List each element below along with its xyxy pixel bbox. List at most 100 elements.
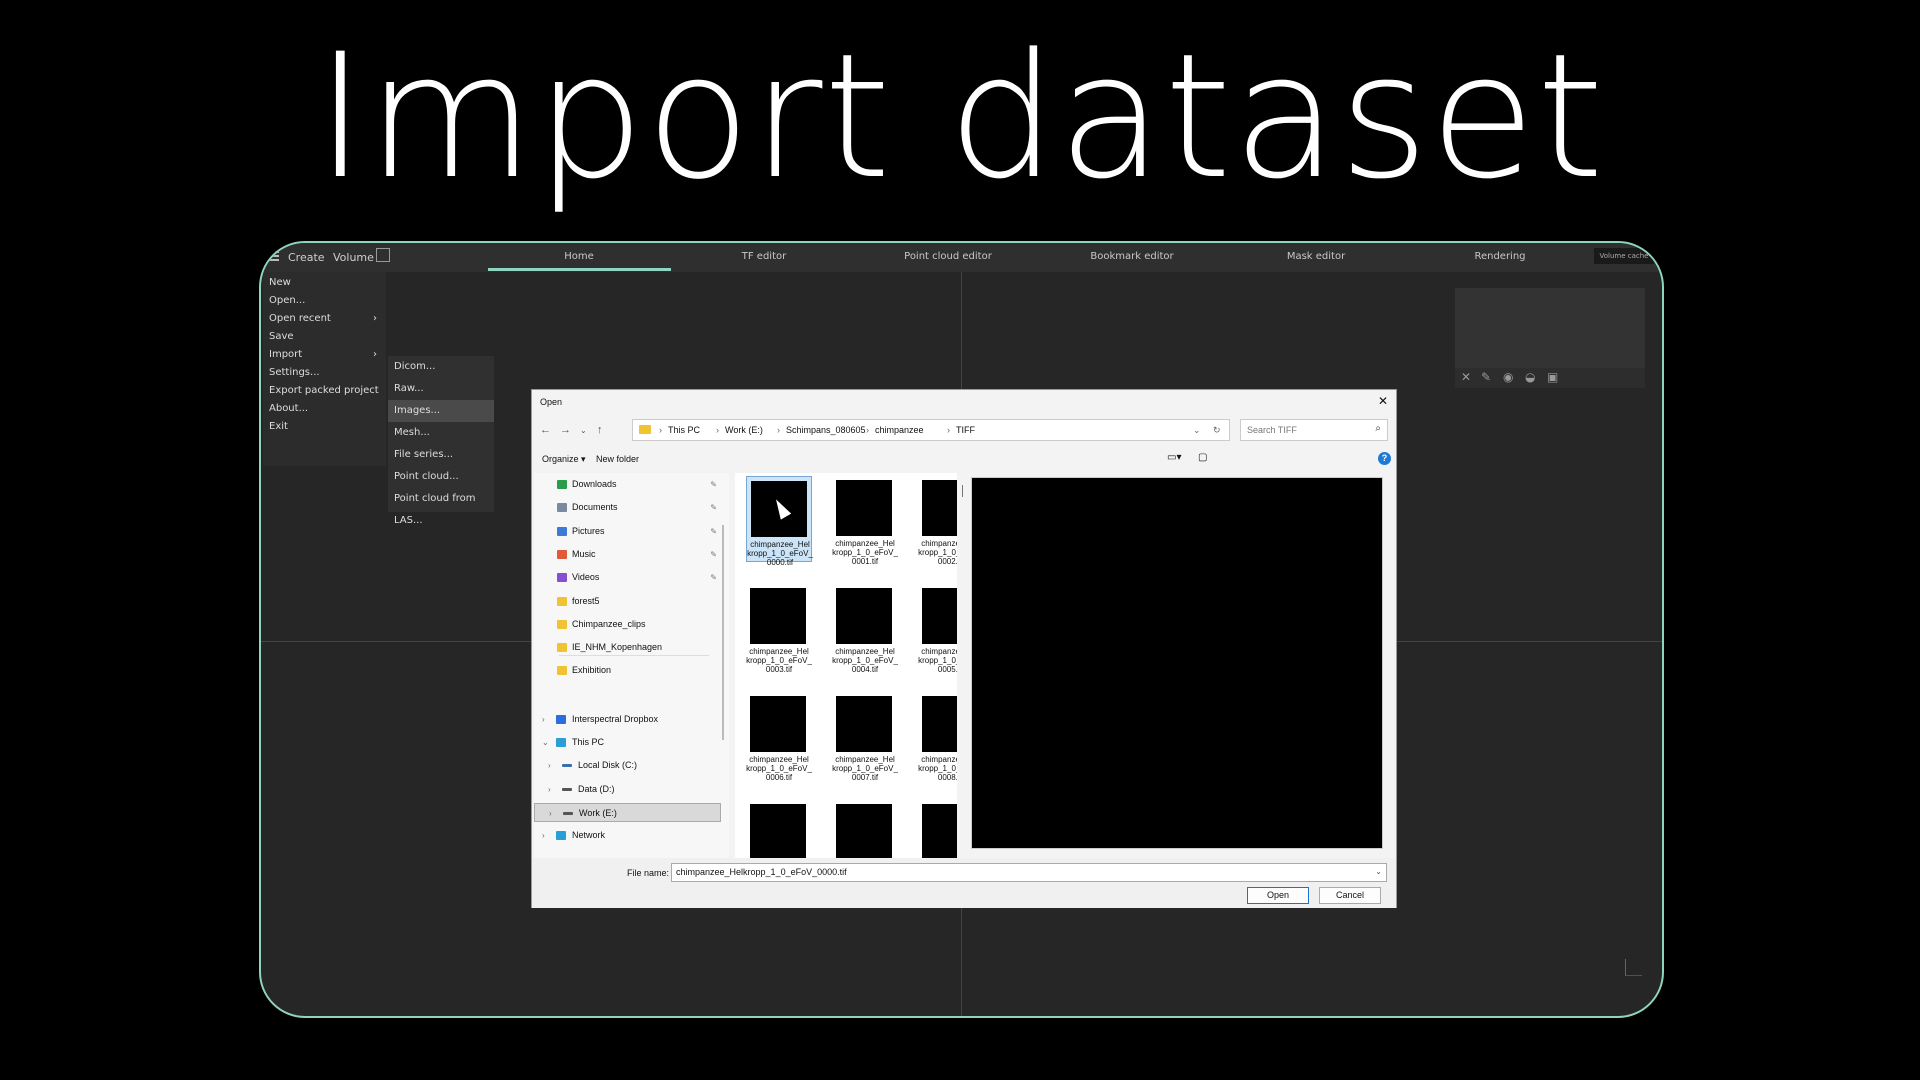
nav-item[interactable]: Exhibition: [534, 661, 721, 680]
file-menu-item[interactable]: About...: [269, 400, 381, 418]
chevron-right-icon[interactable]: ›: [548, 756, 551, 775]
pencil-icon[interactable]: ✎: [1481, 370, 1491, 384]
help-icon[interactable]: ?: [1378, 452, 1391, 465]
filename-value: chimpanzee_Helkropp_1_0_eFoV_0000.tif: [676, 867, 847, 877]
tree-item[interactable]: ⌄ This PC: [534, 733, 721, 752]
layout-toggle-icon[interactable]: [376, 248, 390, 262]
bucket-icon[interactable]: ◒: [1525, 370, 1535, 384]
pictures-icon: [557, 526, 567, 536]
breadcrumb-item[interactable]: This PC: [668, 425, 700, 435]
nav-item-label: Videos: [572, 572, 600, 583]
import-submenu-item[interactable]: Dicom...: [388, 356, 494, 378]
file-item[interactable]: chimpanzee_Hel kropp_1_0_eFoV_ 0007.tif: [832, 692, 898, 782]
nav-item[interactable]: Pictures ✎: [534, 522, 721, 541]
close-icon[interactable]: ✕: [1461, 370, 1471, 384]
import-submenu-item[interactable]: Mesh...: [388, 422, 494, 444]
file-item-partial[interactable]: [918, 800, 957, 858]
menu-create[interactable]: Create: [288, 251, 325, 264]
file-menu-item-label: Exit: [269, 421, 288, 432]
nav-item[interactable]: IE_NHM_Kopenhagen: [534, 638, 721, 657]
file-item[interactable]: chimpanzee_Hel kropp_1_0_eFoV_ 0003.tif: [746, 584, 812, 674]
file-menu-item[interactable]: Import ›: [269, 346, 381, 364]
nav-item[interactable]: forest5: [534, 592, 721, 611]
menu-volume[interactable]: Volume: [333, 251, 374, 264]
file-menu-item[interactable]: Export packed project: [269, 382, 381, 400]
file-list-scrollbar[interactable]: [962, 485, 963, 497]
chevron-down-icon[interactable]: ⌄: [542, 733, 549, 752]
import-submenu-item[interactable]: Point cloud from LAS...: [388, 488, 494, 526]
filename-input[interactable]: chimpanzee_Helkropp_1_0_eFoV_0000.tif ⌄: [671, 863, 1387, 882]
search-input[interactable]: Search TIFF ⌕: [1240, 419, 1388, 441]
tab-home[interactable]: Home: [489, 251, 669, 262]
file-item[interactable]: chimpanzee_Hel kropp_1_0_eFoV_ 0006.tif: [746, 692, 812, 782]
forward-arrow-icon[interactable]: →: [560, 424, 571, 436]
volume-cache-button[interactable]: Volume cache: [1594, 248, 1654, 264]
file-menu-item[interactable]: Exit: [269, 418, 381, 436]
chevron-right-icon[interactable]: ›: [548, 780, 551, 799]
cancel-button[interactable]: Cancel: [1319, 887, 1381, 904]
chevron-right-icon[interactable]: ›: [542, 710, 545, 729]
breadcrumb-item[interactable]: chimpanzee: [875, 425, 924, 435]
organize-button[interactable]: Organize ▾: [542, 454, 586, 465]
navigation-row: ← → ⌄ ↑ › This PC › Work (E:) › Schimpans_080…: [532, 414, 1396, 446]
file-item-partial[interactable]: [832, 800, 898, 858]
nav-item[interactable]: Documents ✎: [534, 498, 721, 517]
breadcrumb-item[interactable]: Schimpans_080605: [786, 425, 866, 435]
view-options-icon[interactable]: ▭▾: [1167, 452, 1181, 463]
address-bar[interactable]: › This PC › Work (E:) › Schimpans_080605 › chim…: [632, 419, 1230, 441]
nav-item[interactable]: Music ✎: [534, 545, 721, 564]
tab-bookmark-editor[interactable]: Bookmark editor: [1042, 251, 1222, 262]
chevron-down-icon[interactable]: ⌄: [1375, 867, 1382, 876]
file-menu-item[interactable]: Save: [269, 328, 381, 346]
open-file-dialog: Open ✕ ← → ⌄ ↑ › This PC › Work (E:) › Schimp…: [531, 389, 1397, 908]
tab-point-cloud-editor[interactable]: Point cloud editor: [858, 251, 1038, 262]
chevron-right-icon[interactable]: ›: [549, 804, 552, 823]
breadcrumb-separator-icon: ›: [716, 425, 719, 435]
tree-item[interactable]: › Data (D:): [534, 780, 721, 799]
pin-icon: ✎: [710, 573, 717, 583]
import-submenu-item[interactable]: Raw...: [388, 378, 494, 400]
nav-item-label: forest5: [572, 595, 600, 606]
import-submenu-item[interactable]: Images...: [388, 400, 494, 422]
tree-item[interactable]: › Network: [534, 826, 721, 845]
file-menu-item[interactable]: Settings...: [269, 364, 381, 382]
hamburger-menu-icon[interactable]: [269, 251, 279, 261]
file-item[interactable]: chimpanzee_Hel kropp_1_0_eFoV_ 0004.tif: [832, 584, 898, 674]
open-button[interactable]: Open: [1247, 887, 1309, 904]
file-item[interactable]: chimpanzee_Hel kropp_1_0_eFoV_ 0001.tif: [832, 476, 898, 566]
eye-icon[interactable]: ◉: [1503, 370, 1513, 384]
new-folder-button[interactable]: New folder: [596, 454, 639, 464]
recent-chevron-icon[interactable]: ⌄: [580, 426, 587, 435]
tree-item[interactable]: › Work (E:): [534, 803, 721, 822]
breadcrumb-item[interactable]: TIFF: [956, 425, 975, 435]
refresh-icon[interactable]: ↻: [1213, 425, 1221, 436]
tab-tf-editor[interactable]: TF editor: [674, 251, 854, 262]
file-item[interactable]: chimpanzee_Helkropp_1_0_eFoV_0005.tif: [918, 584, 957, 674]
file-item[interactable]: chimpanzee_Helkropp_1_0_eFoV_0002.tif: [918, 476, 957, 566]
file-item[interactable]: chimpanzee_Hel kropp_1_0_eFoV_ 0000.tif: [746, 476, 813, 567]
tree-item[interactable]: › Local Disk (C:): [534, 756, 721, 775]
chevron-right-icon[interactable]: ›: [542, 826, 545, 845]
nav-item[interactable]: Videos ✎: [534, 568, 721, 587]
nav-item[interactable]: Downloads ✎: [534, 475, 721, 494]
tab-rendering[interactable]: Rendering: [1410, 251, 1590, 262]
file-item-partial[interactable]: [746, 800, 812, 858]
file-menu-item[interactable]: Open...: [269, 292, 381, 310]
nav-scrollbar[interactable]: [722, 525, 724, 740]
file-item[interactable]: chimpanzee_Helkropp_1_0_eFoV_0008.tif: [918, 692, 957, 782]
import-submenu-item[interactable]: File series...: [388, 444, 494, 466]
import-submenu-item[interactable]: Point cloud...: [388, 466, 494, 488]
preview-pane-icon[interactable]: ▢: [1198, 452, 1207, 463]
breadcrumb-item[interactable]: Work (E:): [725, 425, 763, 435]
file-menu-item[interactable]: New: [269, 274, 381, 292]
image-icon[interactable]: ▣: [1547, 370, 1558, 384]
back-arrow-icon[interactable]: ←: [540, 424, 551, 436]
tree-item[interactable]: › Interspectral Dropbox: [534, 710, 721, 729]
close-icon[interactable]: ✕: [1378, 394, 1388, 408]
import-submenu: Dicom... Raw... Images... Mesh... File serie…: [388, 356, 494, 526]
tab-mask-editor[interactable]: Mask editor: [1226, 251, 1406, 262]
up-arrow-icon[interactable]: ↑: [597, 424, 603, 436]
chevron-down-icon[interactable]: ⌄: [1193, 425, 1201, 436]
file-menu-item[interactable]: Open recent ›: [269, 310, 381, 328]
nav-item[interactable]: Chimpanzee_clips: [534, 615, 721, 634]
